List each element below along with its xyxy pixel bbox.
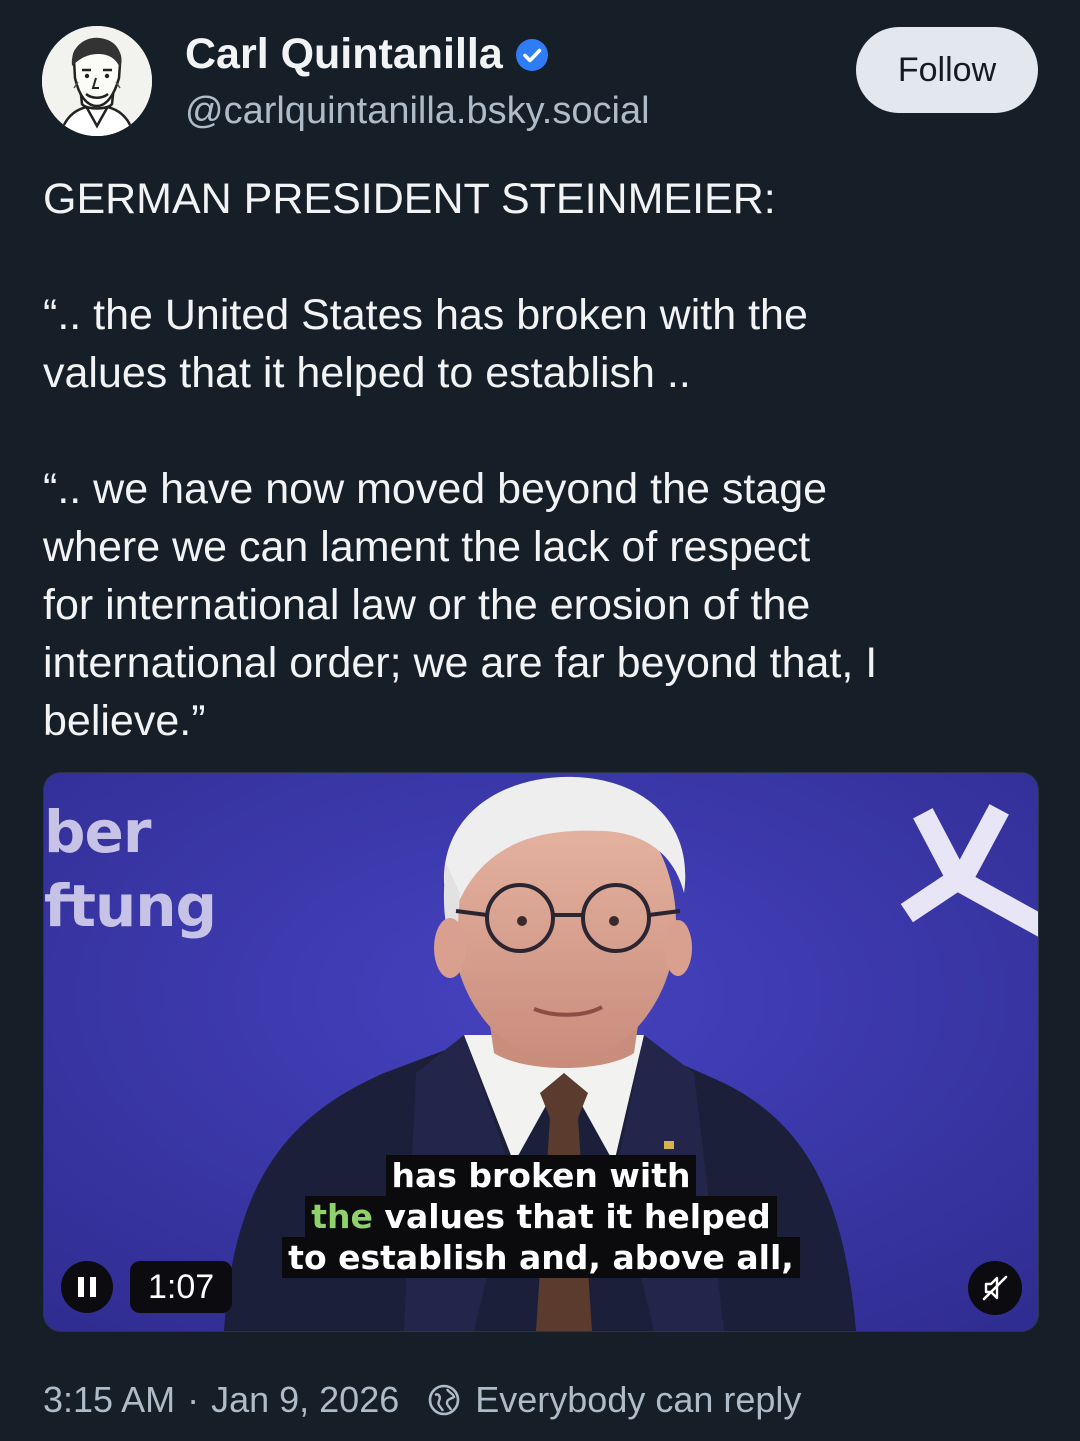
avatar-illustration-icon <box>42 26 152 136</box>
meta-separator: · <box>187 1379 200 1420</box>
globe-reply-icon <box>428 1384 460 1416</box>
caption-line: the values that it helped <box>305 1196 777 1237</box>
video-player[interactable]: ber ftung has broken with the values tha… <box>43 772 1039 1332</box>
muted-speaker-icon <box>982 1275 1008 1301</box>
post-meta: 3:15 AM · Jan 9, 2026 Everybody can repl… <box>43 1375 801 1425</box>
backdrop-text-line: ftung <box>44 872 217 940</box>
caption-text: values that it helped <box>372 1197 771 1236</box>
pause-button[interactable] <box>61 1261 113 1313</box>
reply-setting[interactable]: Everybody can reply <box>475 1379 801 1421</box>
video-time: 1:07 <box>130 1261 233 1313</box>
author-display-name[interactable]: Carl Quintanilla <box>185 30 549 79</box>
post-text: GERMAN PRESIDENT STEINMEIER: “.. the Uni… <box>43 170 1033 750</box>
pause-icon <box>78 1277 96 1297</box>
post-date[interactable]: Jan 9, 2026 <box>211 1379 399 1421</box>
caption-highlight-text: the <box>311 1197 373 1236</box>
follow-button[interactable]: Follow <box>856 27 1038 113</box>
video-captions: has broken with the values that it helpe… <box>44 1155 1038 1278</box>
verified-check-icon <box>515 38 548 71</box>
backdrop-text-line: ber <box>44 798 151 866</box>
author-name-text: Carl Quintanilla <box>185 30 503 78</box>
caption-line: has broken with <box>385 1155 697 1196</box>
post-paragraph: “.. the United States has broken with th… <box>43 291 808 397</box>
post-paragraph: “.. we have now moved beyond the stage w… <box>43 465 878 745</box>
caption-text: to establish and, above all, <box>288 1238 794 1277</box>
author-handle[interactable]: @carlquintanilla.bsky.social <box>185 90 650 133</box>
mute-button[interactable] <box>968 1261 1022 1315</box>
avatar[interactable] <box>42 26 152 136</box>
caption-text: has broken with <box>391 1156 691 1195</box>
post-time[interactable]: 3:15 AM <box>43 1379 175 1421</box>
post-paragraph: GERMAN PRESIDENT STEINMEIER: <box>43 175 776 223</box>
caption-line: to establish and, above all, <box>282 1237 800 1278</box>
